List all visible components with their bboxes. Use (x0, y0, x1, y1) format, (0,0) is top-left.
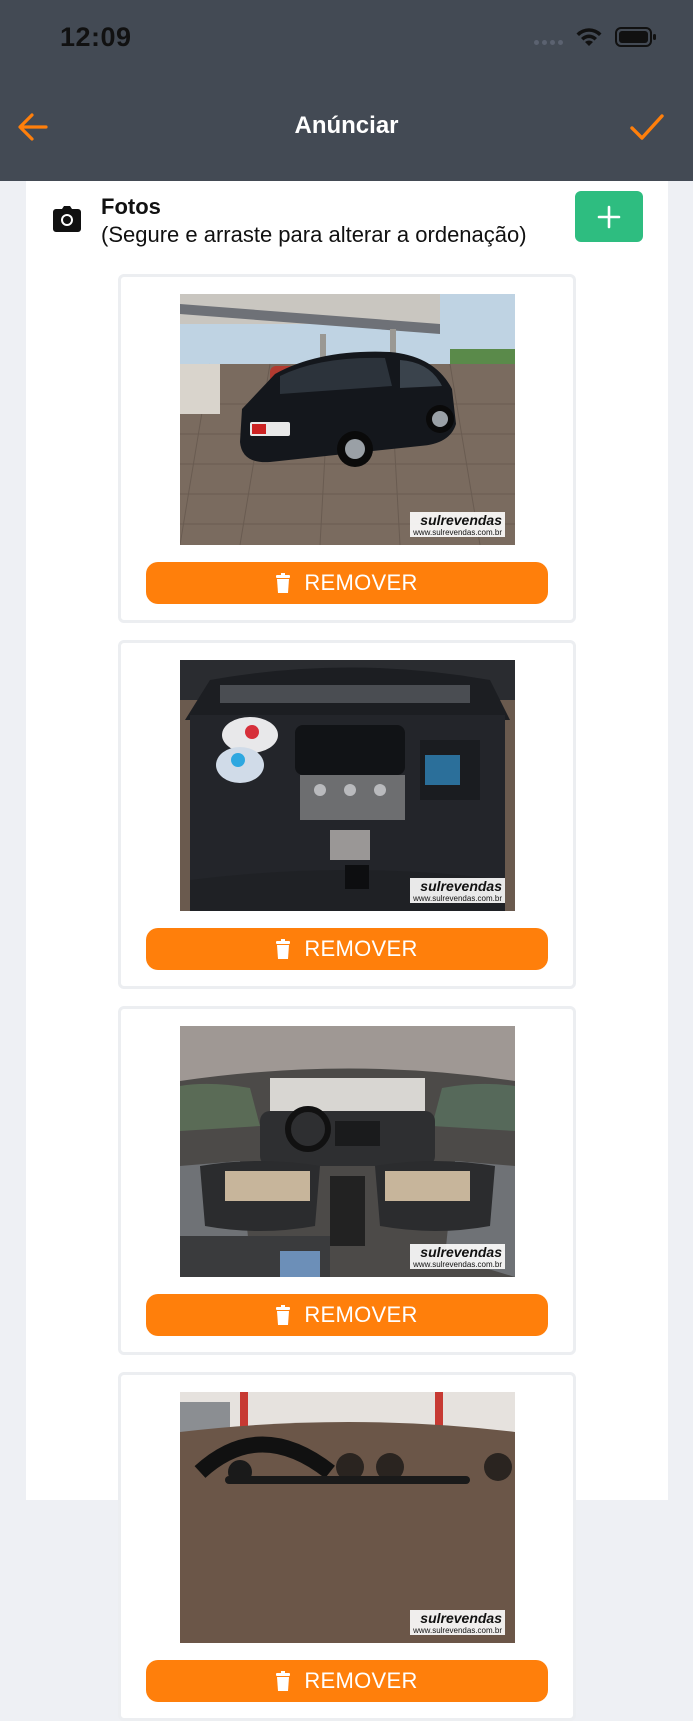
trash-icon (276, 1305, 291, 1325)
remove-photo-button[interactable]: REMOVER (146, 1660, 548, 1702)
watermark-url: www.sulrevendas.com.br (410, 528, 505, 537)
camera-icon (53, 206, 81, 232)
trash-icon (276, 1671, 291, 1691)
photos-section-header: Fotos (Segure e arraste para alterar a o… (26, 181, 668, 261)
remove-label: REMOVER (304, 1302, 418, 1327)
watermark-url: www.sulrevendas.com.br (410, 894, 505, 903)
section-title: Fotos (101, 194, 161, 219)
status-bar: 12:09 (0, 0, 693, 76)
photo-dashboard: sulrevendas www.sulrevendas.com.br (180, 1392, 515, 1643)
remove-label: REMOVER (304, 936, 418, 961)
plus-icon (597, 205, 621, 228)
remove-label: REMOVER (304, 1668, 418, 1693)
confirm-button[interactable] (629, 110, 665, 144)
battery-icon (615, 27, 656, 47)
check-icon (630, 114, 664, 140)
watermark-logo: sulrevendas (410, 878, 505, 894)
photo-card[interactable]: sulrevendas www.sulrevendas.com.br REMOV… (118, 1372, 576, 1721)
trash-icon (276, 939, 291, 959)
watermark-logo: sulrevendas (410, 1244, 505, 1260)
watermark-logo: sulrevendas (410, 512, 505, 528)
photo-car-exterior: sulrevendas www.sulrevendas.com.br (180, 294, 515, 545)
home-indicator[interactable] (225, 1476, 470, 1484)
watermark: sulrevendas www.sulrevendas.com.br (410, 512, 505, 537)
watermark-logo: sulrevendas (410, 1610, 505, 1626)
nav-bar: Anúnciar (0, 76, 693, 181)
photos-form: Fotos (Segure e arraste para alterar a o… (26, 181, 668, 1721)
status-time: 12:09 (60, 22, 132, 52)
remove-photo-button[interactable]: REMOVER (146, 1294, 548, 1336)
photo-card[interactable]: sulrevendas www.sulrevendas.com.br REMOV… (118, 640, 576, 989)
section-subtitle: (Segure e arraste para alterar a ordenaç… (101, 222, 527, 247)
watermark: sulrevendas www.sulrevendas.com.br (410, 1244, 505, 1269)
photo-card[interactable]: sulrevendas www.sulrevendas.com.br REMOV… (118, 1006, 576, 1355)
watermark: sulrevendas www.sulrevendas.com.br (410, 878, 505, 903)
watermark-url: www.sulrevendas.com.br (410, 1260, 505, 1269)
add-photo-button[interactable] (575, 191, 643, 242)
status-icons (534, 26, 657, 48)
remove-photo-button[interactable]: REMOVER (146, 562, 548, 604)
photo-card[interactable]: sulrevendas www.sulrevendas.com.br REMOV… (118, 274, 576, 623)
signal-icon (534, 39, 563, 45)
remove-photo-button[interactable]: REMOVER (146, 928, 548, 970)
watermark-url: www.sulrevendas.com.br (410, 1626, 505, 1635)
trash-icon (276, 573, 291, 593)
photo-interior: sulrevendas www.sulrevendas.com.br (180, 1026, 515, 1277)
photo-engine-bay: sulrevendas www.sulrevendas.com.br (180, 660, 515, 911)
page-title: Anúnciar (294, 112, 399, 139)
wifi-icon (576, 28, 602, 46)
remove-label: REMOVER (304, 570, 418, 595)
watermark: sulrevendas www.sulrevendas.com.br (410, 1610, 505, 1635)
